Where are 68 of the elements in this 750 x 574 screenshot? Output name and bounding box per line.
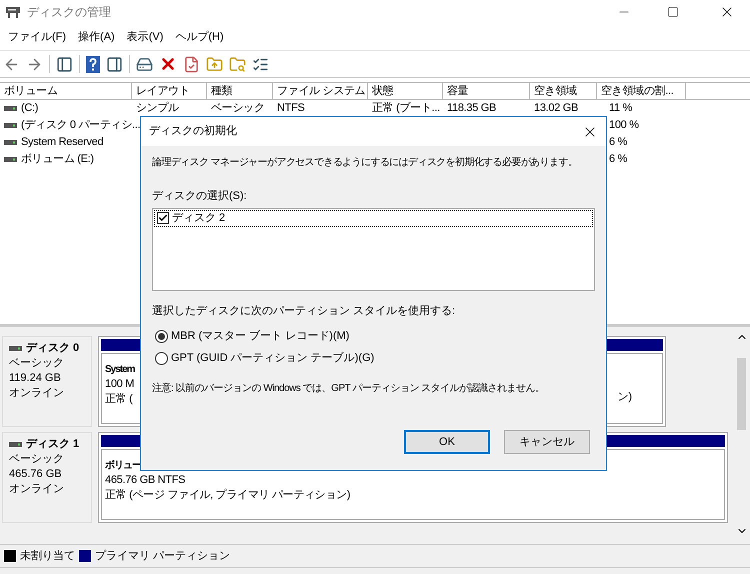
table-cell-text: 100 %	[609, 118, 639, 134]
column-header[interactable]: 空き領域の割...	[597, 83, 686, 99]
table-cell-text: 13.02 GB	[534, 101, 578, 116]
table-cell-text: 6 %	[609, 152, 628, 168]
disk-name: ディスク 0	[26, 341, 80, 356]
checked-page-icon[interactable]	[183, 56, 200, 72]
select-label: ディスクの選択(S):	[152, 189, 247, 204]
table-cell-text: 11 %	[609, 101, 632, 116]
panel-icon[interactable]	[56, 56, 73, 72]
table-cell-text: (ディスク 0 パーティシ...	[21, 118, 140, 134]
partition-text: 100 M	[105, 377, 134, 392]
note-text: 注意: 以前のバージョンの Windows では、GPT パーティション スタイルが認識されません。	[152, 382, 545, 396]
radio-button[interactable]	[155, 352, 168, 364]
panel-icon[interactable]	[106, 56, 123, 72]
disk-name: ディスク 1	[26, 437, 80, 452]
scrollbar-thumb[interactable]	[737, 358, 746, 430]
table-cell-text: NTFS	[277, 101, 305, 116]
legend-label: プライマリ パーティション	[95, 548, 230, 564]
table-cell-text: System Reserved	[21, 135, 104, 150]
partition-style-label: 選択したディスクに次のパーティション スタイルを使用する:	[152, 304, 456, 318]
table-cell-text: シンプル	[136, 100, 179, 116]
partition-text: System	[105, 363, 135, 377]
dialog-button[interactable]: OK	[404, 430, 490, 454]
disk-management-icon	[5, 5, 21, 19]
volume-icon	[4, 157, 17, 162]
volume-icon	[4, 123, 17, 128]
column-header[interactable]: 種類	[207, 83, 273, 99]
disk-type: ベーシック	[9, 356, 64, 371]
column-header[interactable]: 状態	[368, 83, 443, 99]
legend-label: 未割り当て	[20, 548, 75, 564]
partition-text: 正常 (	[105, 392, 133, 407]
disk-size: 119.24 GB	[9, 371, 61, 386]
table-cell-text: 118.35 GB	[447, 101, 496, 116]
radio-button[interactable]	[155, 330, 168, 342]
dialog-title: ディスクの初期化	[149, 124, 238, 140]
column-header[interactable]: 空き領域	[530, 83, 597, 99]
volume-icon	[4, 140, 17, 145]
menu-item[interactable]: ヘルプ(H)	[170, 28, 229, 46]
table-cell-text: 6 %	[609, 135, 628, 150]
column-header[interactable]: レイアウト	[132, 83, 207, 99]
radio-option[interactable]: MBR (マスター ブート レコード)(M)	[155, 327, 374, 345]
disk-status: オンライン	[9, 482, 64, 497]
disk-type: ベーシック	[9, 452, 64, 467]
partition-text: 465.76 GB NTFS	[105, 473, 186, 488]
menu-item[interactable]: 操作(A)	[73, 28, 120, 46]
partition-text: 正常 (ページ ファイル, プライマリ パーティション)	[105, 488, 350, 503]
partition-text: ン)	[617, 390, 632, 405]
column-header[interactable]: ボリューム	[0, 83, 132, 99]
checkbox[interactable]	[157, 212, 169, 224]
table-cell-text: ボリューム (E:)	[21, 152, 94, 168]
volume-icon	[4, 106, 17, 111]
disk-list-item[interactable]: ディスク 2	[154, 210, 593, 226]
radio-option[interactable]: GPT (GUID パーティション テーブル)(G)	[155, 349, 374, 367]
window-title: ディスクの管理	[27, 4, 111, 21]
disk-size: 465.76 GB	[9, 467, 62, 482]
delete-icon[interactable]	[159, 55, 177, 73]
menu-item[interactable]: 表示(V)	[122, 28, 168, 46]
message-text: 論理ディスク マネージャーがアクセスできるようにするにはディスクを初期化する必要があります。	[152, 156, 578, 170]
table-cell-text: 正常 (ブート...	[372, 100, 440, 116]
column-header[interactable]: ファイル システム	[273, 83, 368, 99]
help-icon[interactable]	[86, 56, 100, 72]
table-cell-text: (C:)	[21, 101, 38, 116]
menu-item[interactable]: ファイル(F)	[3, 28, 72, 46]
column-header[interactable]: 容量	[443, 83, 530, 99]
table-cell-text: ベーシック	[211, 101, 265, 116]
maximize-icon[interactable]	[667, 6, 679, 18]
disk-status: オンライン	[9, 386, 64, 401]
dialog-button[interactable]: キャンセル	[504, 430, 590, 454]
